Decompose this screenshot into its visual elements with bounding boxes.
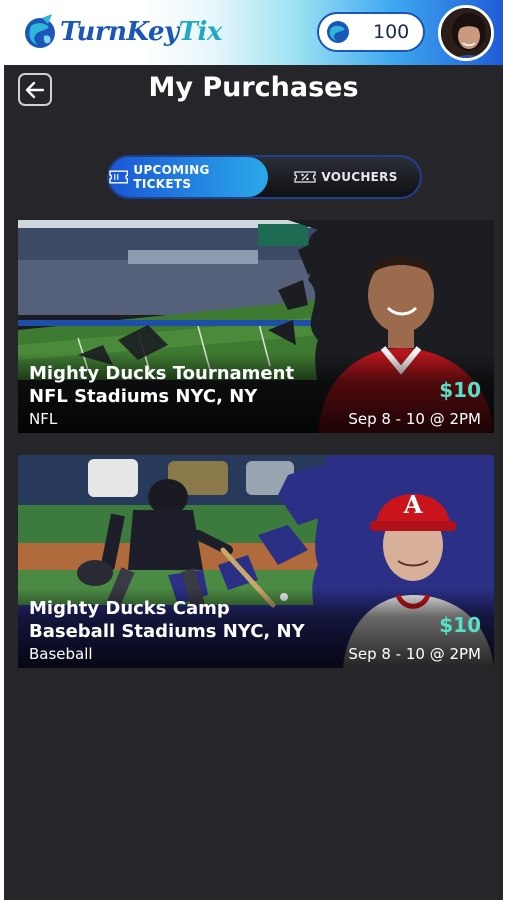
event-venue: Baseball Stadiums NYC, NY: [29, 621, 305, 642]
event-date: Sep 8 - 10 @ 2PM: [348, 645, 481, 663]
purchase-card[interactable]: A Mighty Ducks Camp Baseball Stadiums NY…: [18, 455, 494, 668]
coin-count: 100: [373, 21, 410, 43]
page-title: My Purchases: [148, 72, 359, 103]
app-logo[interactable]: TurnKeyTix: [22, 12, 222, 52]
tab-vouchers-label: VOUCHERS: [321, 170, 398, 184]
coin-balance-pill[interactable]: 100: [317, 12, 425, 52]
svg-text:A: A: [403, 490, 423, 519]
coin-globe-icon: [327, 21, 349, 43]
event-title: Mighty Ducks Tournament: [29, 363, 295, 384]
tab-upcoming-tickets[interactable]: UPCOMING TICKETS: [109, 157, 268, 197]
logo-globe-icon: [25, 14, 55, 48]
top-bar: TurnKeyTix 100: [4, 0, 503, 65]
app-screen: TurnKeyTix 100 My Purchases UPCOMING TIC…: [4, 0, 503, 900]
event-category: Baseball: [29, 645, 93, 663]
avatar-photo: [441, 8, 491, 58]
purchase-tabs: UPCOMING TICKETS VOUCHERS: [107, 155, 422, 199]
voucher-icon: [294, 171, 316, 183]
event-category: NFL: [29, 410, 58, 428]
event-price: $10: [439, 378, 481, 402]
event-date: Sep 8 - 10 @ 2PM: [348, 410, 481, 428]
logo-text: TurnKeyTix: [60, 17, 222, 47]
event-price: $10: [439, 613, 481, 637]
event-title: Mighty Ducks Camp: [29, 598, 230, 619]
ticket-icon: [109, 170, 129, 184]
event-venue: NFL Stadiums NYC, NY: [29, 386, 258, 407]
purchase-card[interactable]: Mighty Ducks Tournament NFL Stadiums NYC…: [18, 220, 494, 433]
tab-vouchers[interactable]: VOUCHERS: [271, 157, 421, 197]
tab-upcoming-tickets-label: UPCOMING TICKETS: [133, 163, 210, 191]
user-avatar[interactable]: [438, 5, 494, 61]
